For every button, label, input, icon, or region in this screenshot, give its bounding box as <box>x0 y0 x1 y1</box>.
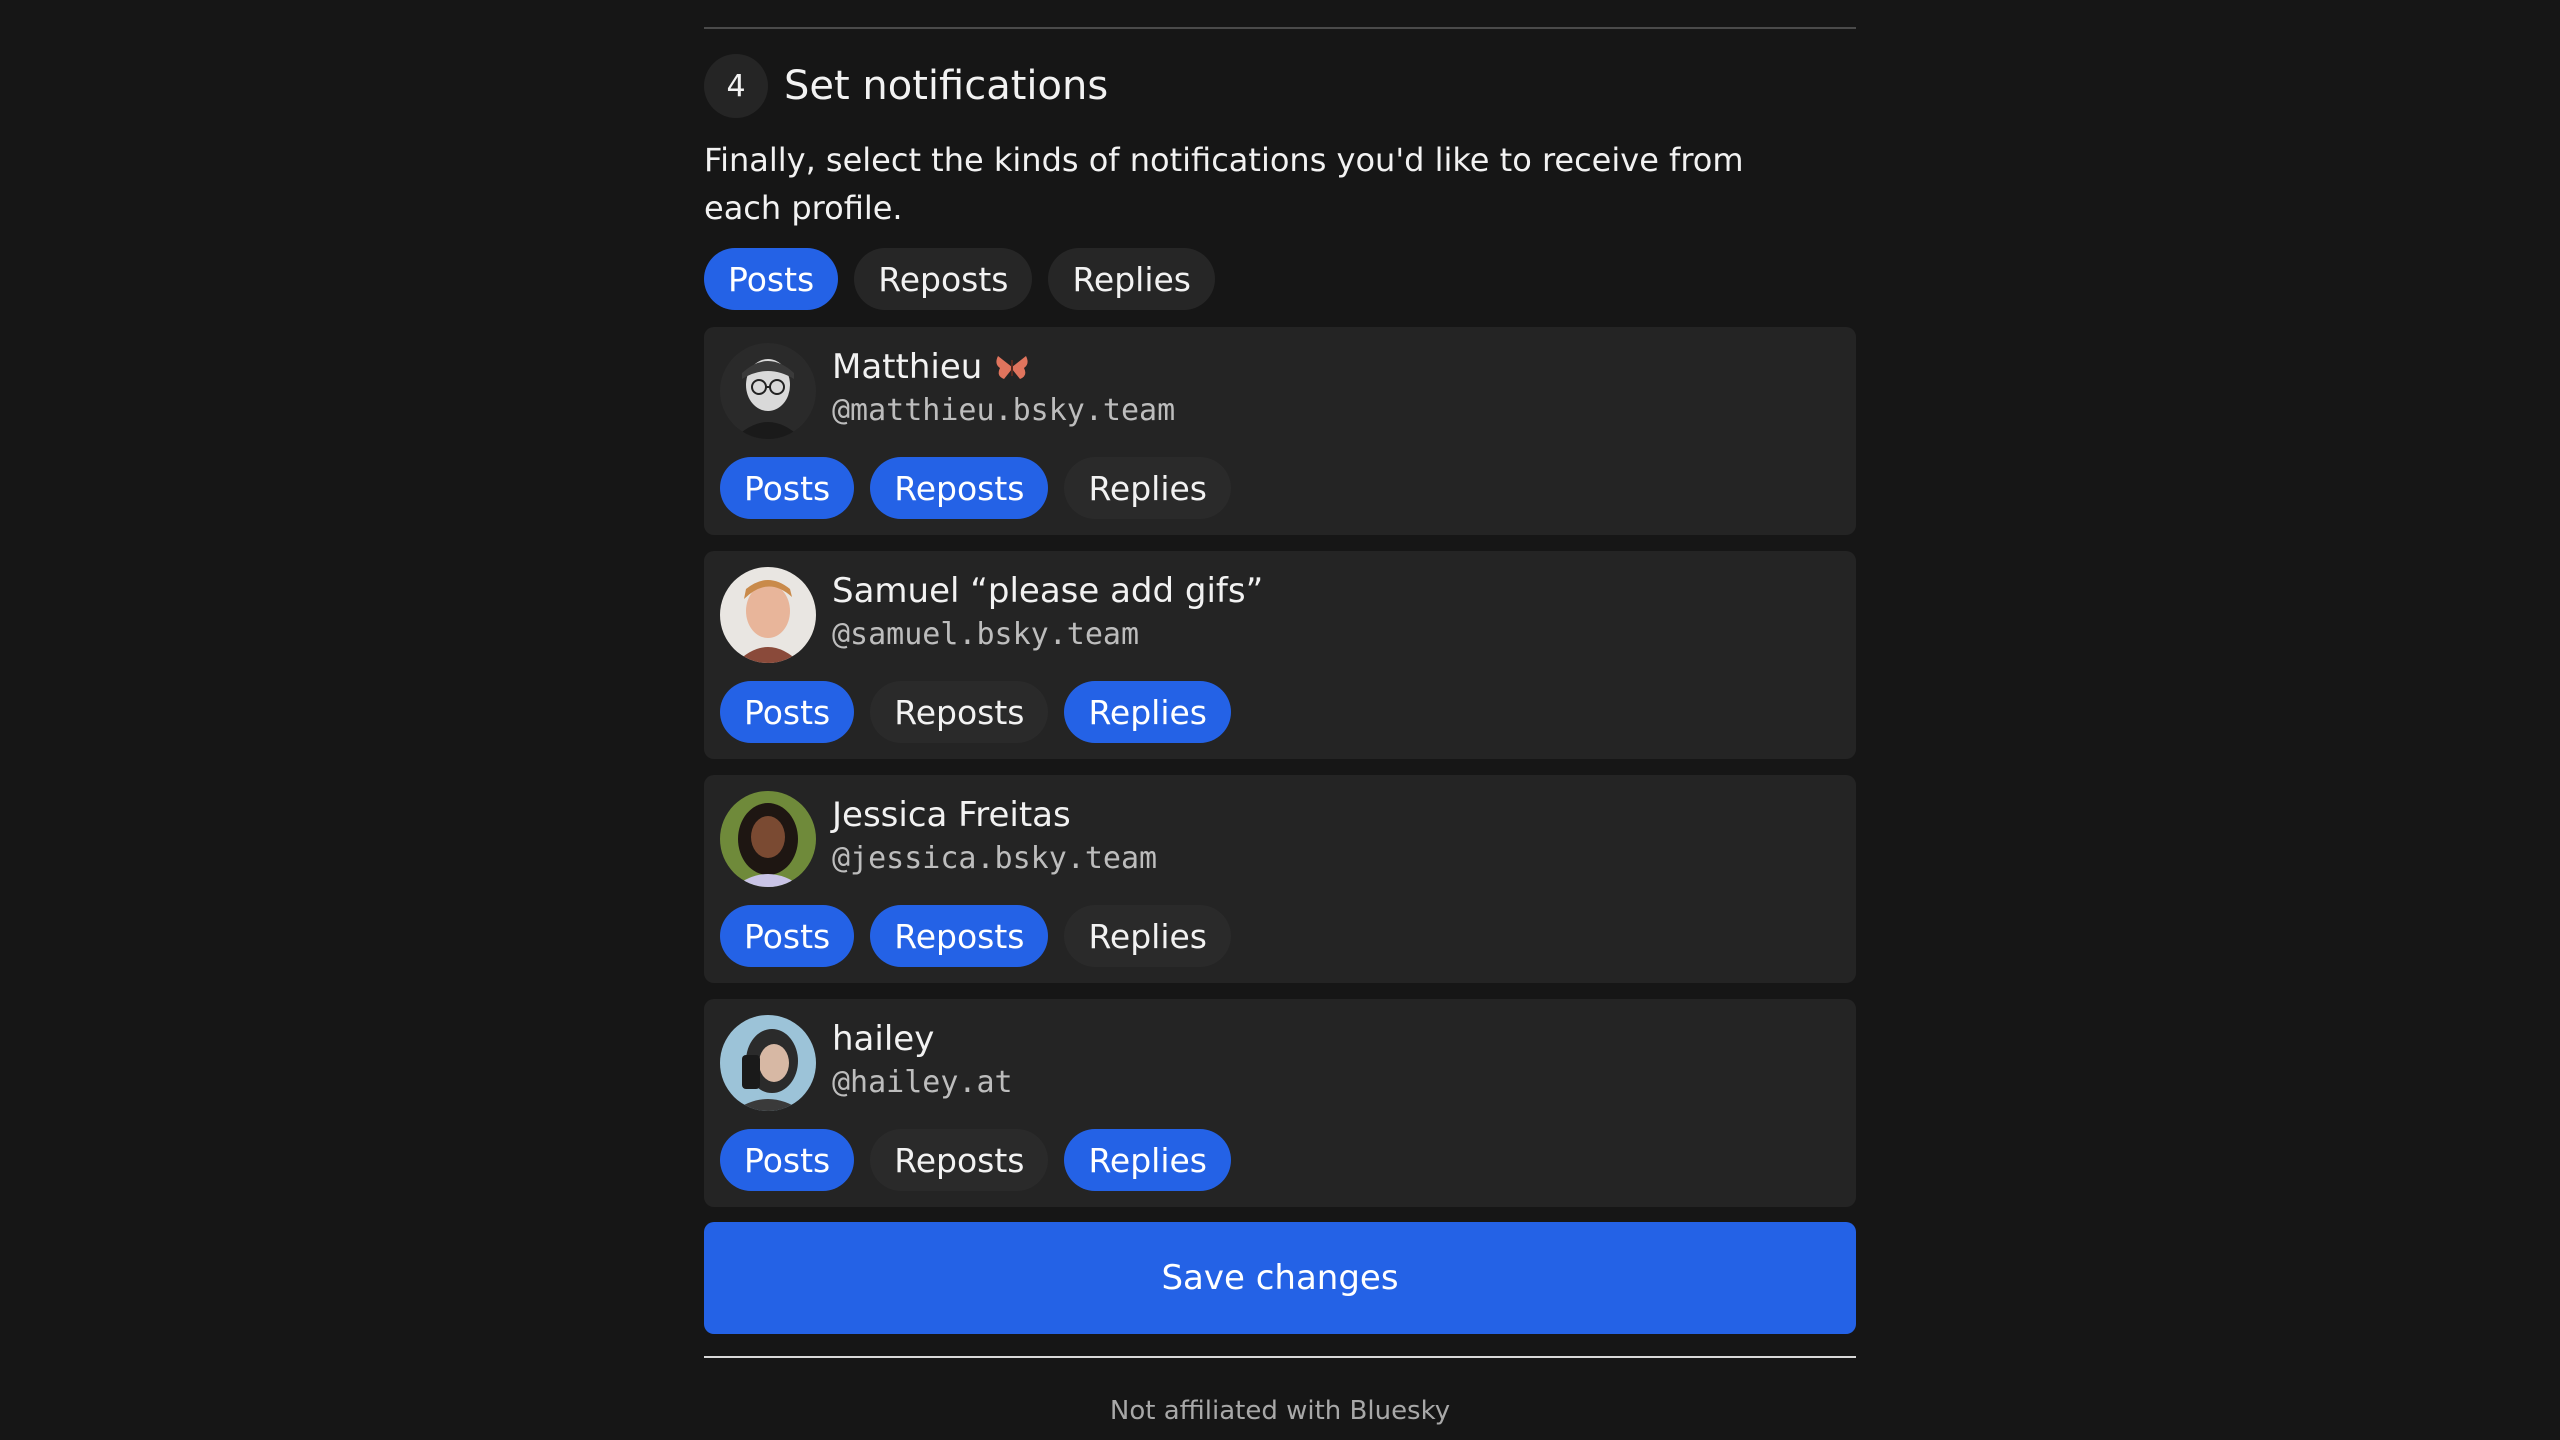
avatar-photo-icon <box>720 1015 816 1111</box>
filter-replies[interactable]: Replies <box>1064 1129 1231 1191</box>
butterfly-icon <box>996 356 1028 379</box>
filter-replies[interactable]: Replies <box>1064 457 1231 519</box>
filter-replies[interactable]: Replies <box>1064 681 1231 743</box>
filter-reposts[interactable]: Reposts <box>870 457 1049 519</box>
global-filter-reposts[interactable]: Reposts <box>854 248 1033 310</box>
avatar-photo-icon <box>720 343 816 439</box>
filter-posts[interactable]: Posts <box>720 1129 855 1191</box>
profile-handle: @samuel.bsky.team <box>832 617 1140 652</box>
avatar <box>720 1015 816 1111</box>
profile-name: hailey <box>832 1019 934 1059</box>
profile-handle: @jessica.bsky.team <box>832 841 1158 876</box>
global-filter-replies[interactable]: Replies <box>1048 248 1215 310</box>
top-divider <box>704 27 1856 29</box>
profile-name-text: Samuel “please add gifs” <box>832 571 1264 611</box>
profile-card-jessica: Jessica Freitas @jessica.bsky.team Posts… <box>704 775 1856 983</box>
step-number-badge: 4 <box>704 54 768 118</box>
profile-name: Matthieu <box>832 347 1030 387</box>
global-filter-chips: Posts Reposts Replies <box>704 248 1231 310</box>
profile-card-samuel: Samuel “please add gifs” @samuel.bsky.te… <box>704 551 1856 759</box>
page: 4 Set notifications Finally, select the … <box>0 0 2560 1440</box>
profile-filter-chips: Posts Reposts Replies <box>720 905 1247 967</box>
profile-name: Jessica Freitas <box>832 795 1071 835</box>
profile-handle: @hailey.at <box>832 1065 1013 1100</box>
avatar <box>720 567 816 663</box>
bottom-divider <box>704 1356 1856 1358</box>
avatar-photo-icon <box>720 567 816 663</box>
profile-filter-chips: Posts Reposts Replies <box>720 1129 1247 1191</box>
profile-filter-chips: Posts Reposts Replies <box>720 457 1247 519</box>
footer-disclaimer: Not affiliated with Bluesky <box>1109 1396 1451 1426</box>
filter-posts[interactable]: Posts <box>720 905 855 967</box>
filter-replies[interactable]: Replies <box>1064 905 1231 967</box>
profile-handle: @matthieu.bsky.team <box>832 393 1176 428</box>
profile-name-text: hailey <box>832 1019 935 1059</box>
profile-name-text: Matthieu <box>832 347 983 387</box>
save-changes-button[interactable]: Save changes <box>704 1222 1856 1334</box>
step-title: Set notifications <box>784 63 1109 109</box>
profile-name: Samuel “please add gifs” <box>832 571 1263 611</box>
filter-reposts[interactable]: Reposts <box>870 905 1049 967</box>
profile-name-text: Jessica Freitas <box>832 795 1071 835</box>
profile-filter-chips: Posts Reposts Replies <box>720 681 1247 743</box>
filter-posts[interactable]: Posts <box>720 681 855 743</box>
filter-reposts[interactable]: Reposts <box>870 681 1049 743</box>
profile-card-matthieu: Matthieu @matthieu.bsky.team Posts Repos… <box>704 327 1856 535</box>
global-filter-posts[interactable]: Posts <box>704 248 839 310</box>
filter-reposts[interactable]: Reposts <box>870 1129 1049 1191</box>
avatar <box>720 791 816 887</box>
profile-card-hailey: hailey @hailey.at Posts Reposts Replies <box>704 999 1856 1207</box>
avatar-photo-icon <box>720 791 816 887</box>
step-description: Finally, select the kinds of notificatio… <box>704 141 1744 227</box>
avatar <box>720 343 816 439</box>
filter-posts[interactable]: Posts <box>720 457 855 519</box>
step-header: 4 Set notifications <box>704 54 1108 118</box>
